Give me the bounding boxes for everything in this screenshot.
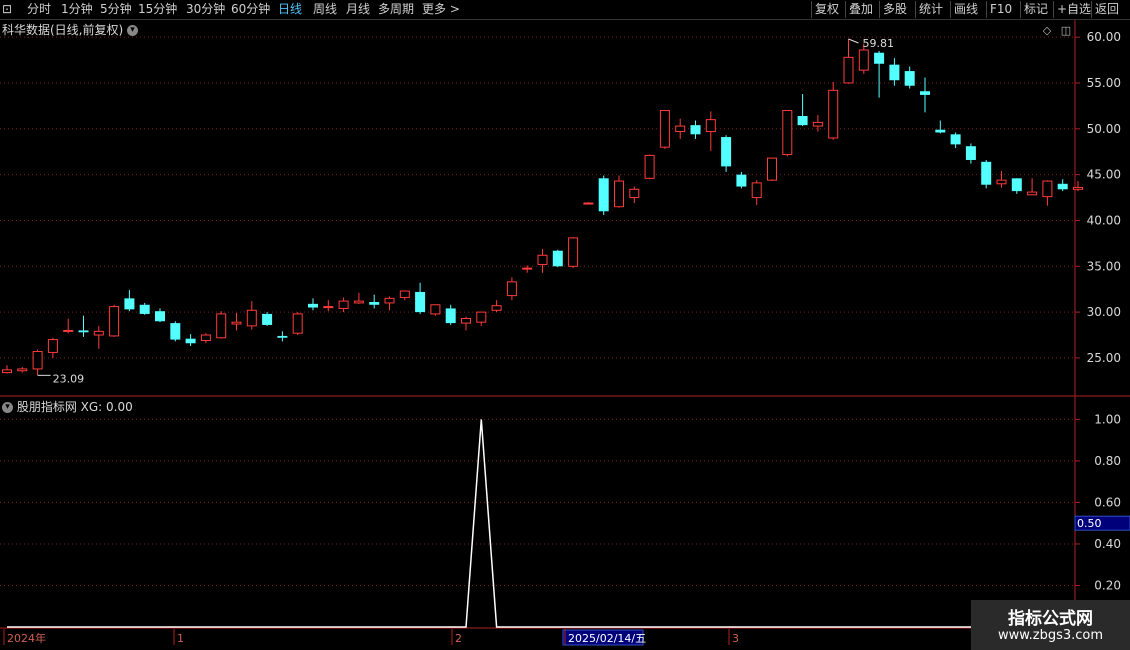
candle-body <box>965 146 976 160</box>
y-tick-label: 50.00 <box>1087 122 1121 136</box>
candle-body <box>93 330 104 336</box>
y-tick-label: 0.80 <box>1094 454 1121 468</box>
cursor-value-label: 0.50 <box>1077 517 1102 530</box>
candle-body <box>384 297 395 304</box>
candle-body <box>690 125 701 135</box>
candle-body <box>659 109 670 148</box>
candle-body <box>614 180 624 208</box>
high-marker <box>848 38 859 44</box>
kline-chart[interactable]: 60.00 55.00 50.00 45.00 40.00 35.00 30.00 25.00… <box>0 0 1130 650</box>
candle-body <box>537 254 548 265</box>
candle-body <box>17 368 28 372</box>
candle-body <box>981 161 992 185</box>
y-tick-label: 30.00 <box>1087 305 1121 319</box>
candle-body <box>767 157 777 181</box>
candle-body <box>47 339 58 353</box>
candle-body <box>200 334 211 342</box>
candle-body <box>736 174 747 187</box>
candle-body <box>323 306 334 309</box>
candle-body <box>629 188 640 199</box>
candle-body <box>231 321 242 325</box>
candle-body <box>675 125 686 133</box>
candle-body <box>277 335 288 338</box>
candle-body <box>920 91 930 95</box>
candle-body <box>246 309 257 327</box>
y-tick-label: 0.40 <box>1094 537 1121 551</box>
candle-body <box>461 318 471 324</box>
candle-body <box>2 369 12 374</box>
candle-body <box>1073 186 1083 190</box>
y-tick-label: 1.00 <box>1094 412 1121 426</box>
candle-body <box>583 202 594 205</box>
candle-body <box>1057 183 1068 190</box>
y-tick-label: 0.20 <box>1094 578 1121 592</box>
candle-body <box>506 281 517 297</box>
candle-body <box>797 115 808 126</box>
diamond-icon[interactable]: ◇ <box>1043 24 1052 37</box>
y-tick-label: 35.00 <box>1087 259 1121 273</box>
y-tick-label: 0.60 <box>1094 495 1121 509</box>
date-label: 2024年 <box>7 631 46 645</box>
candle-body <box>843 56 854 84</box>
candle-body <box>904 71 915 86</box>
y-tick-label: 60.00 <box>1087 30 1121 44</box>
candle-body <box>399 290 410 298</box>
candle-body <box>216 313 227 339</box>
candle-body <box>338 300 349 309</box>
candle-body <box>782 109 793 155</box>
candle-body <box>109 306 120 337</box>
candle-body <box>1011 178 1022 192</box>
candle-body <box>568 237 579 267</box>
candle-body <box>78 330 89 333</box>
candle-body <box>170 323 181 340</box>
candle-body <box>644 154 655 179</box>
candle-body <box>996 179 1007 185</box>
candle-body <box>1027 191 1038 196</box>
candle-body <box>430 304 441 315</box>
candle-body <box>950 134 961 145</box>
low-label: 23.09 <box>53 372 85 385</box>
candle-body <box>828 89 839 139</box>
candle-body <box>32 351 43 370</box>
candle-body <box>1042 180 1053 198</box>
candle-body <box>751 182 762 199</box>
candle-body <box>292 313 303 334</box>
candle-body <box>445 308 456 324</box>
panel-icon[interactable]: ◫ <box>1061 24 1071 37</box>
date-label: 1 <box>177 632 184 645</box>
candle-body <box>415 291 426 313</box>
candle-body <box>858 49 869 71</box>
date-label: 3 <box>732 632 739 645</box>
candle-body <box>935 129 946 133</box>
date-label: 2 <box>455 632 462 645</box>
candle-body <box>491 305 502 311</box>
high-label: 59.81 <box>863 37 895 50</box>
candle-body <box>889 64 900 81</box>
candle-body <box>874 52 885 64</box>
candle-body <box>262 313 273 325</box>
candle-body <box>369 302 380 305</box>
candle-body <box>598 178 609 212</box>
candle-body <box>155 311 165 322</box>
candle-body <box>353 300 364 304</box>
y-tick-label: 40.00 <box>1087 213 1121 227</box>
xg-indicator-line <box>7 419 1078 628</box>
candle-body <box>552 250 563 267</box>
candle-body <box>63 329 74 332</box>
candle-body <box>705 119 716 133</box>
y-tick-label: 55.00 <box>1087 76 1121 90</box>
candle-body <box>139 304 150 314</box>
candle-body <box>476 311 487 323</box>
candle-body <box>721 137 732 167</box>
date-label: 2025/02/14/五 <box>568 632 646 645</box>
candle-body <box>308 303 318 308</box>
watermark: 指标公式网 www.zbgs3.com <box>971 600 1130 650</box>
candle-body <box>522 267 533 270</box>
candle-body <box>185 338 196 344</box>
candle-body <box>124 298 135 310</box>
y-tick-label: 25.00 <box>1087 351 1121 365</box>
candle-body <box>812 121 823 127</box>
y-tick-label: 45.00 <box>1087 168 1121 182</box>
